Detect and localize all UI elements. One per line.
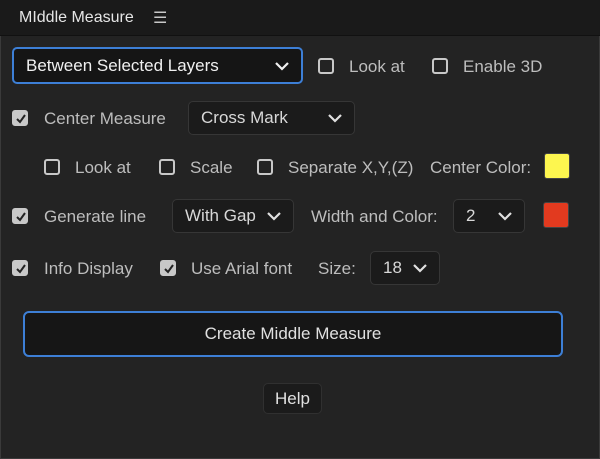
chevron-down-icon [413, 258, 427, 278]
center-color-swatch[interactable] [544, 153, 570, 179]
checkmark-icon [16, 114, 26, 124]
checkmark-icon [16, 212, 26, 222]
line-width-dropdown[interactable]: 2 [453, 199, 525, 233]
checkmark-icon [164, 264, 174, 274]
measure-mode-dropdown[interactable]: Between Selected Layers [12, 47, 303, 84]
font-size-value: 18 [383, 258, 402, 277]
info-display-label: Info Display [44, 259, 133, 278]
hamburger-menu-icon[interactable]: ☰ [153, 8, 167, 28]
measure-mode-value: Between Selected Layers [26, 55, 219, 75]
center-measure-checkbox[interactable] [12, 110, 28, 126]
center-measure-label: Center Measure [44, 109, 166, 128]
line-style-dropdown[interactable]: With Gap [172, 199, 294, 233]
center-style-value: Cross Mark [201, 108, 288, 127]
panel-title: MIddle Measure [19, 9, 134, 26]
generate-line-label: Generate line [44, 207, 147, 226]
separate-xyz-label: Separate X,Y,(Z) [288, 158, 414, 177]
line-color-swatch[interactable] [543, 202, 569, 228]
scale-label: Scale [190, 158, 233, 177]
look-at-label: Look at [349, 57, 405, 76]
look-at-checkbox[interactable] [318, 58, 334, 74]
center-look-at-label: Look at [75, 158, 131, 177]
width-color-label: Width and Color: [311, 207, 438, 226]
center-color-label: Center Color: [430, 158, 532, 177]
chevron-down-icon [498, 206, 512, 226]
chevron-down-icon [275, 56, 289, 76]
separate-xyz-checkbox[interactable] [257, 159, 273, 175]
chevron-down-icon [267, 206, 281, 226]
chevron-down-icon [328, 108, 342, 128]
scale-checkbox[interactable] [159, 159, 175, 175]
font-size-dropdown[interactable]: 18 [370, 251, 440, 285]
center-style-dropdown[interactable]: Cross Mark [188, 101, 355, 135]
size-label: Size: [318, 259, 356, 278]
line-width-value: 2 [466, 206, 476, 225]
checkmark-icon [16, 264, 26, 274]
use-arial-checkbox[interactable] [160, 260, 176, 276]
create-middle-measure-button[interactable]: Create Middle Measure [23, 311, 563, 357]
center-look-at-checkbox[interactable] [44, 159, 60, 175]
use-arial-label: Use Arial font [191, 259, 293, 278]
line-style-value: With Gap [185, 206, 256, 225]
panel-header: MIddle Measure ☰ [0, 0, 600, 36]
help-button[interactable]: Help [263, 383, 322, 414]
enable-3d-checkbox[interactable] [432, 58, 448, 74]
generate-line-checkbox[interactable] [12, 208, 28, 224]
enable-3d-label: Enable 3D [463, 57, 543, 76]
info-display-checkbox[interactable] [12, 260, 28, 276]
